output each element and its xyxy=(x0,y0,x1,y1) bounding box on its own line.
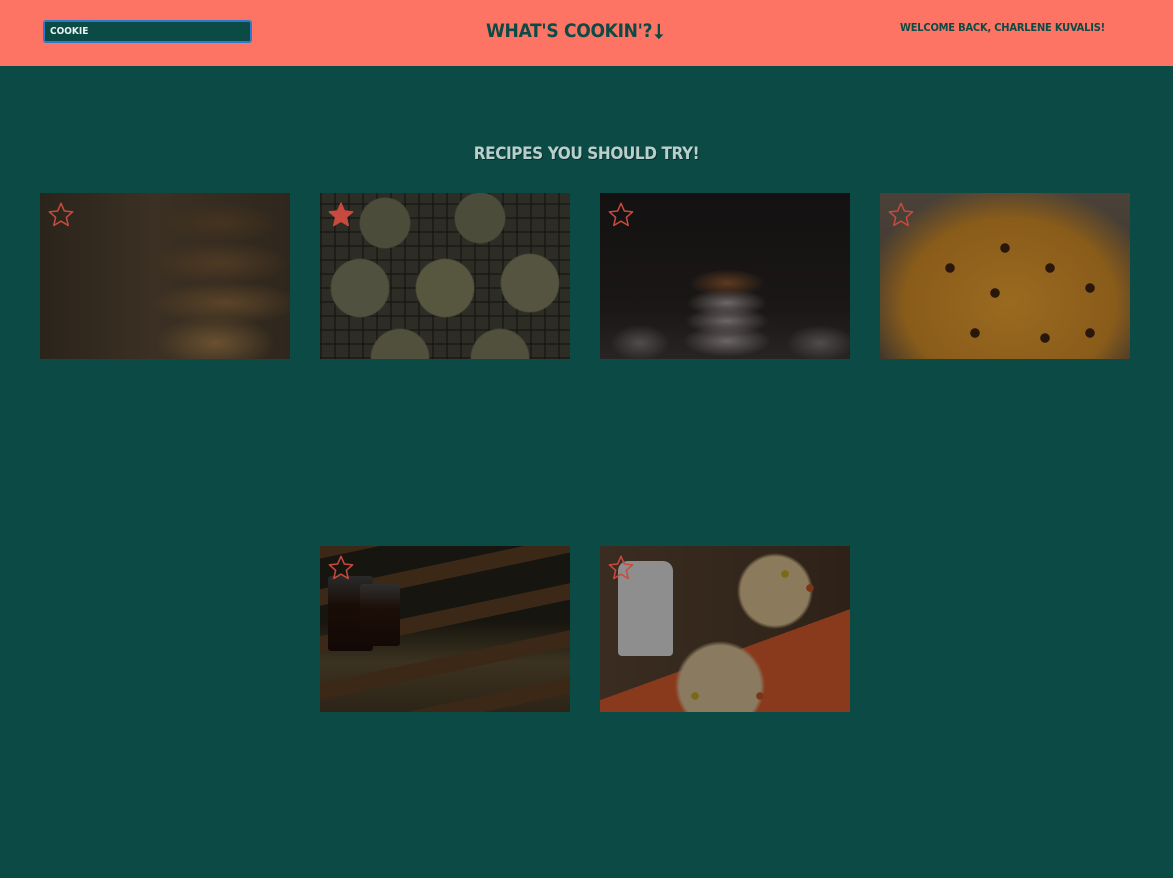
top-bar: WHAT'S COOKIN'? ⭣ WELCOME BACK, CHARLENE… xyxy=(0,0,1173,66)
recipe-photo xyxy=(40,193,290,359)
recipe-card[interactable] xyxy=(880,193,1130,359)
star-filled-icon[interactable] xyxy=(327,201,355,229)
recipe-card[interactable] xyxy=(40,193,290,359)
app-title-dropdown[interactable]: WHAT'S COOKIN'? ⭣ xyxy=(486,17,664,45)
arrow-down-icon: ⭣ xyxy=(654,19,664,43)
recipe-card[interactable] xyxy=(320,193,570,359)
recipe-card[interactable] xyxy=(600,193,850,359)
mug-shape xyxy=(360,584,400,646)
recipe-photo xyxy=(600,546,850,712)
star-outline-icon[interactable] xyxy=(607,554,635,582)
recipe-card[interactable] xyxy=(600,546,850,712)
recipe-photo xyxy=(880,193,1130,359)
welcome-message: WELCOME BACK, CHARLENE KUVALIS! xyxy=(900,21,1105,34)
star-outline-icon[interactable] xyxy=(47,201,75,229)
star-outline-icon[interactable] xyxy=(607,201,635,229)
star-outline-icon[interactable] xyxy=(327,554,355,582)
recipe-photo xyxy=(320,193,570,359)
app-title: WHAT'S COOKIN'? xyxy=(486,20,653,42)
recipe-photo xyxy=(320,546,570,712)
search-input[interactable] xyxy=(43,20,252,43)
recipe-card[interactable] xyxy=(320,546,570,712)
section-title: RECIPES YOU SHOULD TRY! xyxy=(473,144,700,165)
recipe-photo xyxy=(600,193,850,359)
star-outline-icon[interactable] xyxy=(887,201,915,229)
